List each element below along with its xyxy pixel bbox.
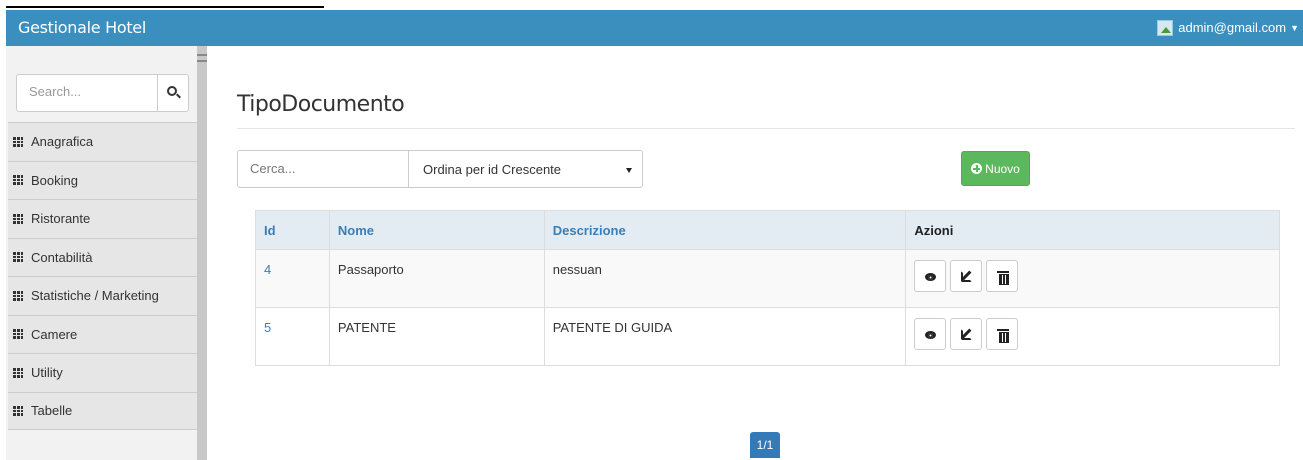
new-button[interactable]: Nuovo <box>961 151 1030 186</box>
new-button-label: Nuovo <box>985 161 1020 176</box>
cell-descrizione: PATENTE DI GUIDA <box>543 307 907 366</box>
menu-toggle-icon[interactable] <box>197 54 207 62</box>
sidebar-item-camere[interactable]: Camere <box>8 314 197 353</box>
cell-nome: PATENTE <box>328 307 545 366</box>
sidebar-item-label: Contabilità <box>31 249 93 265</box>
cell-actions <box>905 307 1280 366</box>
sidebar-item-ristorante[interactable]: Ristorante <box>8 199 197 238</box>
grid-icon <box>13 252 23 263</box>
sidebar-menu: Anagrafica Booking Ristorante Contabilit… <box>8 122 197 430</box>
user-menu[interactable]: admin@gmail.com ▼ <box>1157 10 1299 46</box>
cell-actions <box>905 249 1280 308</box>
sidebar-item-statistiche[interactable]: Statistiche / Marketing <box>8 276 197 315</box>
data-table: Id Nome Descrizione Azioni 4 Passaporto … <box>255 210 1280 366</box>
grid-icon <box>13 213 23 224</box>
sidebar-item-label: Statistiche / Marketing <box>31 288 159 304</box>
column-header-descrizione[interactable]: Descrizione <box>543 210 907 250</box>
page-title: TipoDocumento <box>237 92 405 117</box>
grid-icon <box>13 329 23 340</box>
cell-descrizione: nessuan <box>543 249 907 308</box>
trash-icon <box>997 329 1010 343</box>
grid-icon <box>13 175 23 186</box>
sidebar-item-anagrafica[interactable]: Anagrafica <box>8 122 197 161</box>
sidebar-item-booking[interactable]: Booking <box>8 160 197 199</box>
trash-icon <box>997 271 1010 285</box>
column-header-id[interactable]: Id <box>255 210 330 250</box>
divider <box>157 75 158 111</box>
sidebar-item-label: Camere <box>31 326 78 342</box>
sidebar-item-contabilita[interactable]: Contabilità <box>8 237 197 276</box>
sidebar-item-label: Booking <box>31 172 78 188</box>
cell-id[interactable]: 5 <box>255 307 330 366</box>
filter-field <box>237 150 409 188</box>
edit-icon <box>961 271 973 282</box>
top-strip <box>0 0 1303 10</box>
divider <box>6 6 324 8</box>
table-header-row: Id Nome Descrizione Azioni <box>255 210 1280 250</box>
column-header-nome[interactable]: Nome <box>328 210 545 250</box>
column-header-azioni: Azioni <box>905 210 1280 250</box>
caret-down-icon: ▼ <box>1290 23 1299 33</box>
cell-id[interactable]: 4 <box>255 249 330 308</box>
plus-circle-icon <box>971 163 983 174</box>
table-row: 4 Passaporto nessuan <box>255 249 1280 308</box>
edit-button[interactable] <box>950 260 983 292</box>
sidebar-item-label: Ristorante <box>31 211 91 227</box>
pagination-current[interactable]: 1/1 <box>750 432 780 458</box>
sidebar-item-tabelle[interactable]: Tabelle <box>8 391 197 430</box>
cell-nome: Passaporto <box>328 249 545 308</box>
sidebar-scrollbar[interactable] <box>197 46 207 460</box>
sidebar-search <box>16 74 189 112</box>
avatar-icon <box>1157 20 1174 36</box>
edit-button[interactable] <box>950 318 983 350</box>
delete-button[interactable] <box>986 260 1019 292</box>
order-select[interactable]: Ordina per id Crescente <box>408 150 643 188</box>
grid-icon <box>13 136 23 147</box>
user-email: admin@gmail.com <box>1178 20 1287 35</box>
grid-icon <box>13 405 23 416</box>
divider <box>237 128 1295 129</box>
sidebar-item-label: Anagrafica <box>31 134 94 150</box>
table-row: 5 PATENTE PATENTE DI GUIDA <box>255 307 1280 366</box>
view-button[interactable] <box>914 260 947 292</box>
brand-title[interactable]: Gestionale Hotel <box>18 10 146 46</box>
search-icon[interactable] <box>167 86 177 96</box>
eye-icon <box>925 273 937 281</box>
order-select-value: Ordina per id Crescente <box>423 162 562 177</box>
navbar: Gestionale Hotel admin@gmail.com ▼ <box>6 10 1303 46</box>
eye-icon <box>925 331 937 339</box>
sidebar-search-input[interactable] <box>29 84 149 99</box>
sidebar-item-label: Tabelle <box>31 403 73 419</box>
grid-icon <box>13 367 23 378</box>
view-button[interactable] <box>914 318 947 350</box>
grid-icon <box>13 290 23 301</box>
sidebar-item-label: Utility <box>31 365 63 381</box>
sidebar-item-utility[interactable]: Utility <box>8 353 197 392</box>
delete-button[interactable] <box>986 318 1019 350</box>
filter-input[interactable] <box>250 161 400 176</box>
edit-icon <box>961 329 973 340</box>
caret-down-icon <box>626 168 632 173</box>
